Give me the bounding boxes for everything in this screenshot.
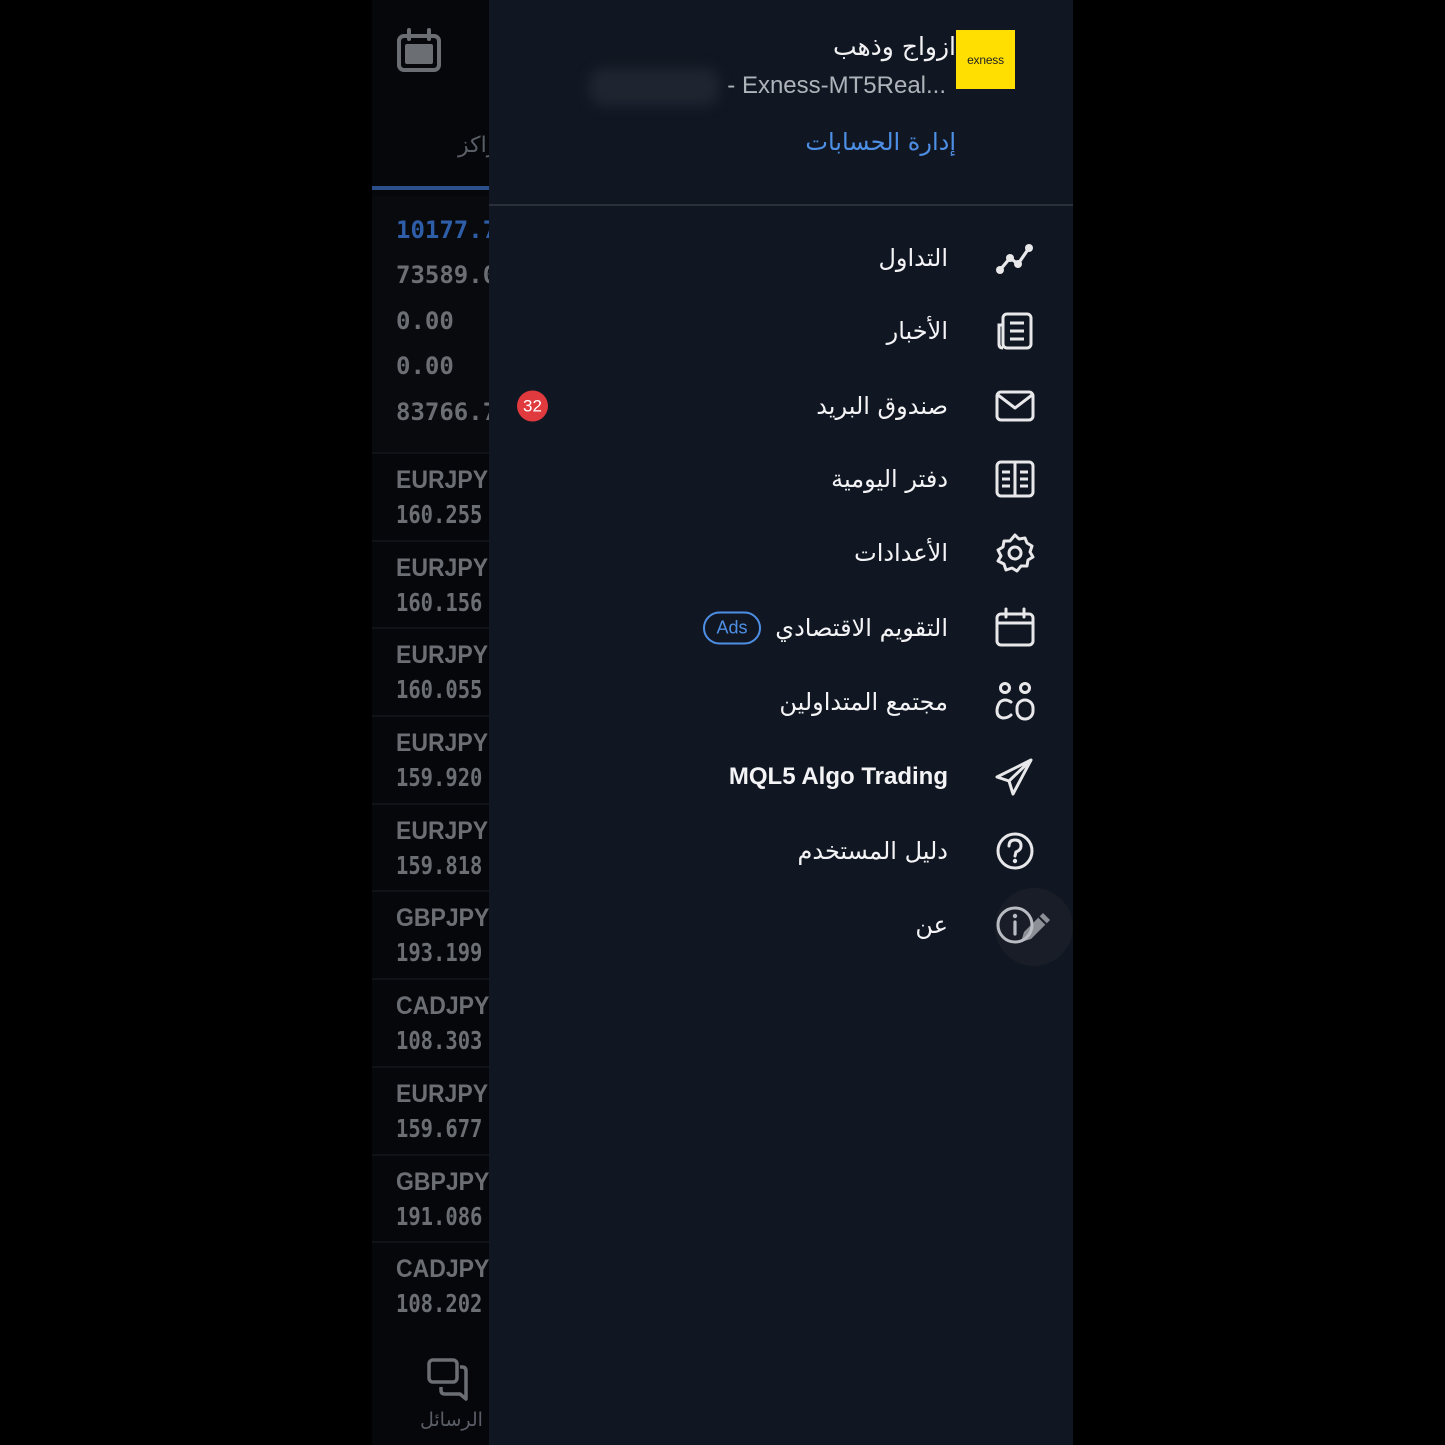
community-icon [993,680,1037,724]
navigation-drawer: ازواج وذهب exness - Exness-MT5Real... إد… [489,0,1073,1445]
quote-symbol: EURJPY [396,1079,489,1108]
drawer-divider [489,204,1073,206]
menu-item-economic-calendar[interactable]: Ads التقويم الاقتصادي [489,594,1073,662]
menu-item-news[interactable]: الأخبار [489,297,1073,365]
quote-symbol: CADJPY [396,992,489,1021]
help-icon [993,829,1037,873]
menu-item-label: مجتمع المتداولين [779,688,948,716]
menu-item-label: دفتر اليومية [831,465,948,493]
info-icon [993,903,1037,947]
quote-symbol: EURJPY [396,553,489,582]
menu-item-label: عن [915,911,948,939]
menu-item-journal[interactable]: دفتر اليومية [489,445,1073,513]
summary-value: 0.00 [396,352,454,380]
quote-row[interactable]: CADJPY 108.303 [372,978,489,1066]
menu-item-label: التقويم الاقتصادي [775,614,948,642]
messages-tab-label: الرسائل [420,1409,483,1431]
journal-icon [993,457,1037,501]
quote-row[interactable]: EURJPY 159.818 [372,802,489,891]
calendar-icon [993,606,1037,650]
quote-row[interactable]: EURJPY 159.920 [372,715,489,803]
gear-icon [993,531,1037,575]
messages-tab[interactable]: الرسائل [372,1335,489,1445]
quote-price: 108.202 [396,1289,483,1319]
menu-item-user-guide[interactable]: دليل المستخدم [489,817,1073,885]
quote-symbol: EURJPY [396,729,489,758]
quote-symbol: CADJPY [396,1255,489,1284]
broker-logo: exness [956,30,1015,89]
quote-price: 193.199 [396,938,483,968]
summary-value: 73589.0 [396,261,489,289]
menu-item-mailbox[interactable]: 32 صندوق البريد [489,372,1073,440]
quote-price: 159.677 [396,1113,483,1143]
background-app: راكز 10177.7 73589.0 0.00 0.00 83766.7 E… [372,0,489,1445]
ads-chip: Ads [703,611,761,645]
quote-price: 108.303 [396,1026,483,1056]
background-quote-list: EURJPY 160.255 EURJPY 160.156 EURJPY 160.05… [372,452,489,1329]
quote-price: 160.255 [396,500,483,529]
summary-value: 10177.7 [396,216,489,244]
summary-value: 0.00 [396,307,454,335]
chat-icon [426,1357,472,1401]
quote-row[interactable]: EURJPY 160.156 [372,539,489,628]
quote-row[interactable]: GBPJPY 193.199 [372,890,489,978]
background-tab-label[interactable]: راكز [458,133,489,158]
menu-item-about[interactable]: عن [489,891,1073,959]
quote-row[interactable]: EURJPY 160.055 [372,627,489,715]
quote-price: 159.818 [396,850,483,880]
news-icon [993,309,1037,353]
calendar-icon[interactable] [396,28,442,74]
quote-price: 160.055 [396,675,483,705]
quote-symbol: GBPJPY [396,1167,489,1196]
menu-item-settings[interactable]: الأعدادات [489,519,1073,587]
quote-row[interactable]: GBPJPY 191.086 [372,1153,489,1242]
quote-row[interactable]: CADJPY 108.202 [372,1241,489,1329]
menu-item-trading[interactable]: التداول [489,224,1073,292]
quote-symbol: EURJPY [396,466,489,494]
unread-count-badge: 32 [517,390,548,422]
manage-accounts-link[interactable]: إدارة الحسابات [805,128,956,156]
quote-symbol: EURJPY [396,641,489,670]
menu-item-label: MQL5 Algo Trading [728,763,948,790]
background-tab-indicator [372,186,489,190]
menu-item-label: الأخبار [886,317,948,345]
menu-item-label: الأعدادات [854,539,948,567]
background-account-summary: 10177.7 73589.0 0.00 0.00 83766.7 [372,196,489,452]
send-icon [993,755,1037,799]
quote-price: 159.920 [396,763,483,793]
quote-price: 191.086 [396,1201,483,1231]
quote-price: 160.156 [396,587,483,617]
menu-item-traders-community[interactable]: مجتمع المتداولين [489,668,1073,736]
trading-chart-icon [993,236,1037,280]
summary-value: 83766.7 [396,398,489,426]
mail-icon [993,384,1037,428]
quote-symbol: GBPJPY [396,904,489,933]
quote-row[interactable]: EURJPY 159.677 [372,1065,489,1154]
account-number-redacted [589,68,719,106]
account-title[interactable]: ازواج وذهب [833,32,956,61]
menu-item-label: التداول [878,244,948,272]
menu-item-label: دليل المستخدم [797,837,948,865]
quote-row[interactable]: EURJPY 160.255 [372,452,489,540]
broker-logo-text: exness [967,52,1004,67]
menu-item-label: صندوق البريد [816,392,948,420]
quote-symbol: EURJPY [396,816,489,845]
account-server[interactable]: - Exness-MT5Real... [727,72,946,100]
menu-item-mql5-algo-trading[interactable]: MQL5 Algo Trading [489,743,1073,811]
